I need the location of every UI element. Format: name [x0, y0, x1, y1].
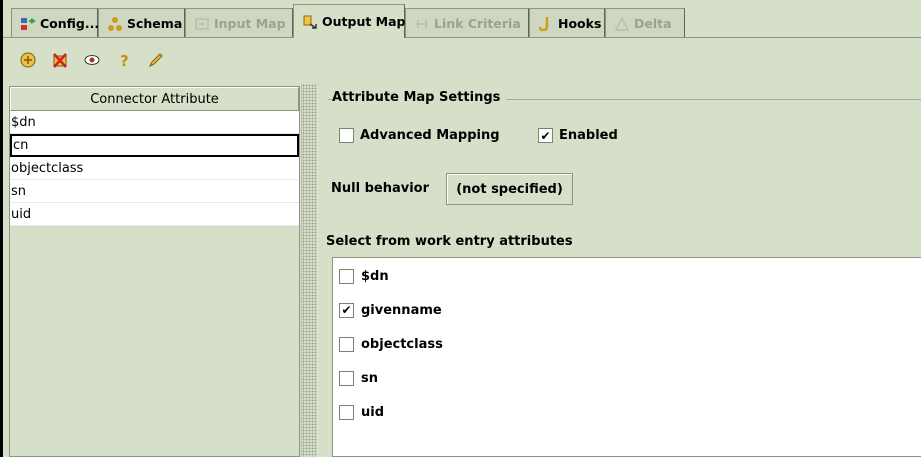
- hooks-icon: [538, 16, 554, 32]
- tab-label: Delta: [634, 16, 672, 31]
- schema-icon: [107, 16, 123, 32]
- list-item[interactable]: sn: [333, 361, 921, 395]
- tab-divider: [3, 37, 921, 38]
- tab-label: Schema: [127, 16, 183, 31]
- list-item[interactable]: sn: [10, 180, 299, 203]
- tab-schema[interactable]: Schema: [98, 8, 185, 38]
- null-behavior-label: Null behavior: [331, 181, 429, 196]
- null-behavior-button[interactable]: (not specified): [446, 173, 573, 205]
- list-item[interactable]: $dn: [333, 259, 921, 293]
- list-item[interactable]: objectclass: [10, 157, 299, 180]
- split-pane-divider[interactable]: [301, 84, 317, 457]
- svg-text:?: ?: [120, 52, 129, 69]
- tab-output-map[interactable]: Output Map: [293, 4, 406, 38]
- checkbox-box[interactable]: [339, 128, 354, 143]
- checkbox-box[interactable]: ✔: [339, 302, 354, 318]
- edit-icon[interactable]: [145, 49, 167, 71]
- checkbox-label: Advanced Mapping: [360, 128, 500, 143]
- checkbox-box[interactable]: ✔: [538, 128, 553, 143]
- tab-config[interactable]: Config...: [11, 8, 100, 38]
- attribute-map-settings-group: Attribute Map Settings: [328, 90, 921, 224]
- list-item[interactable]: ✔ givenname: [333, 293, 921, 327]
- attribute-label: uid: [361, 404, 385, 420]
- tab-label: Hooks: [558, 16, 602, 31]
- delete-attribute-icon[interactable]: [49, 49, 71, 71]
- group-title: Attribute Map Settings: [332, 90, 507, 105]
- connector-attribute-list: Connector Attribute $dn cn objectclass s…: [9, 86, 300, 457]
- list-item[interactable]: uid: [333, 395, 921, 429]
- output-map-icon: [302, 14, 318, 30]
- help-icon[interactable]: ?: [113, 49, 135, 71]
- tab-input-map[interactable]: Input Map: [185, 8, 293, 38]
- list-item[interactable]: cn: [10, 134, 299, 157]
- link-criteria-icon: [414, 16, 430, 32]
- checkbox-box[interactable]: [339, 336, 354, 352]
- attribute-label: $dn: [361, 268, 389, 284]
- tab-delta[interactable]: Delta: [605, 8, 685, 38]
- attribute-map-settings-panel: Attribute Map Settings Advanced Mapping …: [318, 84, 921, 457]
- toolbar: ?: [3, 40, 921, 80]
- checkbox-box[interactable]: [339, 268, 354, 284]
- tab-link-criteria[interactable]: Link Criteria: [405, 8, 529, 38]
- attribute-label: sn: [361, 370, 378, 386]
- list-item[interactable]: uid: [10, 203, 299, 226]
- work-entry-attribute-list: $dn ✔ givenname objectclass sn uid: [332, 257, 921, 457]
- output-map-panel: Config... Schema Input Map Output Map Li…: [0, 0, 921, 457]
- attribute-label: givenname: [361, 302, 442, 318]
- tab-bar: Config... Schema Input Map Output Map Li…: [3, 0, 921, 38]
- checkbox-box[interactable]: [339, 404, 354, 420]
- group-title: Select from work entry attributes: [326, 234, 579, 249]
- connector-attribute-header[interactable]: Connector Attribute: [10, 87, 299, 111]
- tab-label: Output Map: [322, 14, 406, 29]
- list-item[interactable]: objectclass: [333, 327, 921, 361]
- checkbox-label: Enabled: [559, 128, 618, 143]
- input-map-icon: [194, 16, 210, 32]
- tab-label: Input Map: [214, 16, 286, 31]
- tab-label: Link Criteria: [434, 16, 521, 31]
- tab-hooks[interactable]: Hooks: [529, 8, 605, 38]
- delta-icon: [614, 15, 630, 32]
- advanced-mapping-checkbox[interactable]: Advanced Mapping: [339, 128, 500, 143]
- attribute-label: objectclass: [361, 336, 443, 352]
- checkbox-box[interactable]: [339, 370, 354, 386]
- list-item[interactable]: $dn: [10, 111, 299, 134]
- add-attribute-icon[interactable]: [17, 49, 39, 71]
- tab-label: Config...: [40, 16, 100, 31]
- config-icon: [20, 16, 36, 32]
- enabled-checkbox[interactable]: ✔ Enabled: [538, 128, 618, 143]
- view-icon[interactable]: [81, 49, 103, 71]
